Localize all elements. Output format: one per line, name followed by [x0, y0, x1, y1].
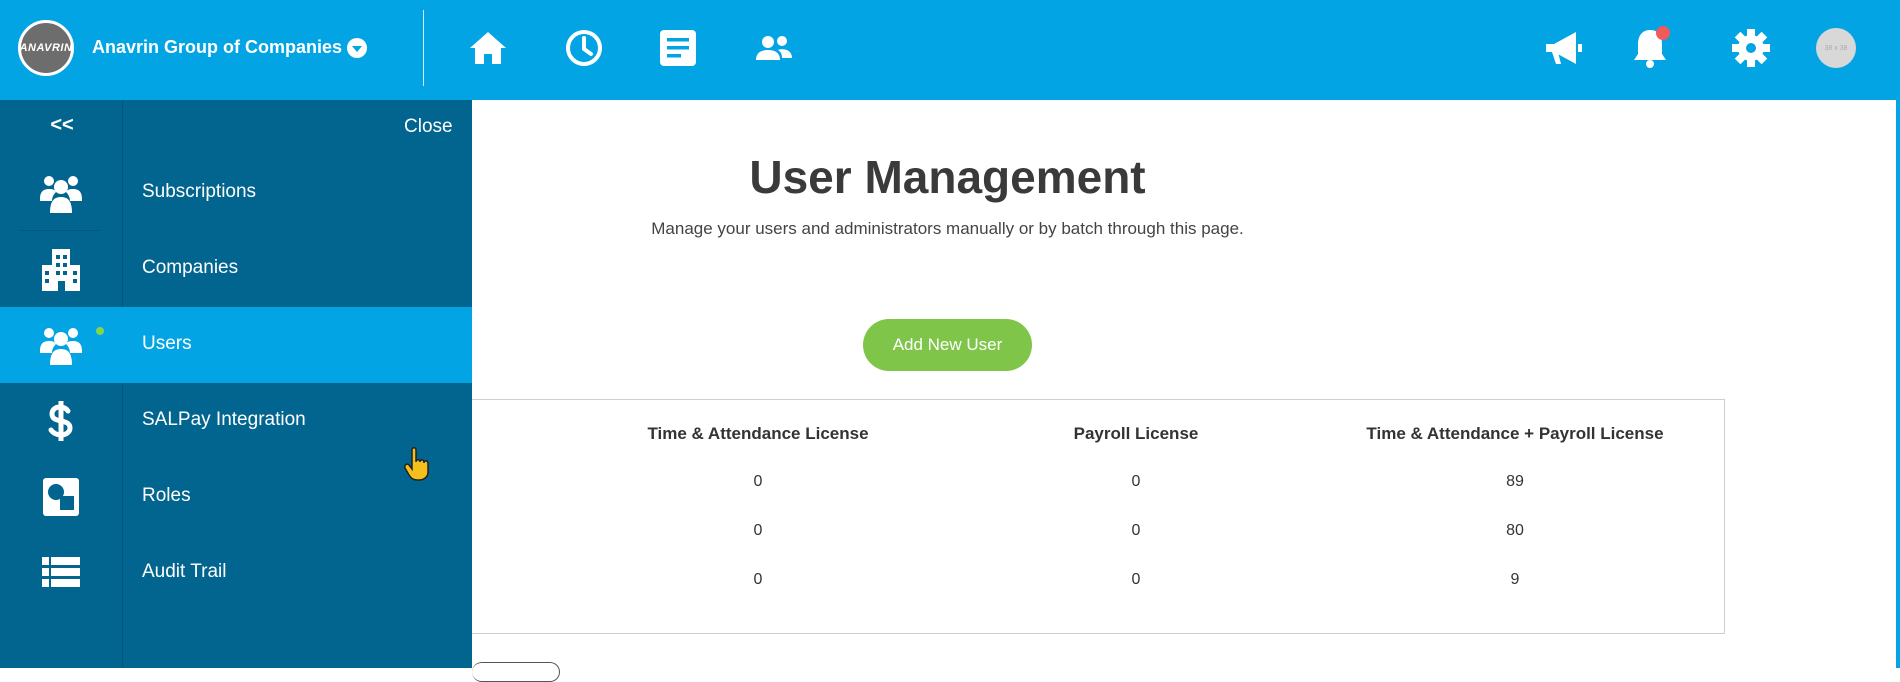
- table-cell: 9: [1510, 571, 1520, 588]
- sidebar-item-users[interactable]: Users: [0, 307, 472, 383]
- sidebar-item-label: Roles: [142, 485, 191, 506]
- people-icon[interactable]: [750, 24, 798, 72]
- company-name[interactable]: Anavrin Group of Companies: [92, 37, 342, 58]
- sidebar-item-audit-trail[interactable]: Audit Trail: [0, 535, 472, 611]
- divider: [423, 10, 424, 86]
- sidebar-item-label: Subscriptions: [142, 181, 257, 202]
- sidebar-item-label: Users: [142, 333, 192, 354]
- gear-icon[interactable]: [1727, 24, 1775, 72]
- partial-button[interactable]: [472, 662, 560, 682]
- table-cell: 0: [1131, 571, 1141, 588]
- table-cell: 80: [1506, 522, 1524, 539]
- home-icon[interactable]: [464, 24, 512, 72]
- add-new-user-button[interactable]: Add New User: [863, 319, 1032, 371]
- bell-icon[interactable]: [1626, 24, 1674, 72]
- column-header: Time & Attendance License: [647, 424, 869, 443]
- table-cell: 0: [753, 571, 763, 588]
- sidebar: << Close Subscriptions Companies Users S…: [0, 100, 472, 668]
- notification-badge: [1656, 26, 1670, 40]
- sidebar-item-label: Companies: [142, 257, 239, 278]
- table-cell: 0: [753, 522, 763, 539]
- page-subtitle: Manage your users and administrators man…: [651, 219, 1244, 238]
- chevron-down-icon[interactable]: [347, 38, 367, 58]
- scrollbar[interactable]: [1896, 0, 1900, 668]
- sidebar-item-label: SALPay Integration: [142, 409, 306, 430]
- building-icon: [38, 247, 84, 291]
- hand-cursor-icon: [404, 446, 434, 482]
- table-cell: 0: [753, 473, 763, 490]
- company-logo[interactable]: ANAVRIN: [18, 20, 74, 76]
- top-bar: ANAVRIN Anavrin Group of Companies 38 x …: [0, 0, 1896, 100]
- document-icon[interactable]: [654, 24, 702, 72]
- active-indicator: [96, 327, 104, 335]
- column-header: Time & Attendance + Payroll License: [1366, 424, 1664, 443]
- collapse-button[interactable]: <<: [44, 114, 80, 138]
- table-cell: 89: [1506, 473, 1524, 490]
- roles-icon: [38, 475, 84, 519]
- sidebar-item-salpay-integration[interactable]: SALPay Integration: [0, 383, 472, 459]
- avatar[interactable]: 38 x 38: [1816, 28, 1856, 68]
- page-title: User Management: [749, 151, 1146, 203]
- clock-icon[interactable]: [560, 24, 608, 72]
- sidebar-item-companies[interactable]: Companies: [0, 231, 472, 307]
- megaphone-icon[interactable]: [1540, 24, 1588, 72]
- table-cell: 0: [1131, 522, 1141, 539]
- users-group-icon: [38, 323, 84, 367]
- dollar-icon: [38, 399, 84, 443]
- sidebar-item-subscriptions[interactable]: Subscriptions: [0, 155, 472, 231]
- sidebar-item-roles[interactable]: Roles: [0, 459, 472, 535]
- column-header: Payroll License: [1073, 424, 1199, 443]
- users-group-icon: [38, 171, 84, 215]
- table-cell: 0: [1131, 473, 1141, 490]
- close-button[interactable]: Close: [404, 116, 453, 138]
- list-icon: [38, 551, 84, 595]
- sidebar-item-label: Audit Trail: [142, 561, 227, 582]
